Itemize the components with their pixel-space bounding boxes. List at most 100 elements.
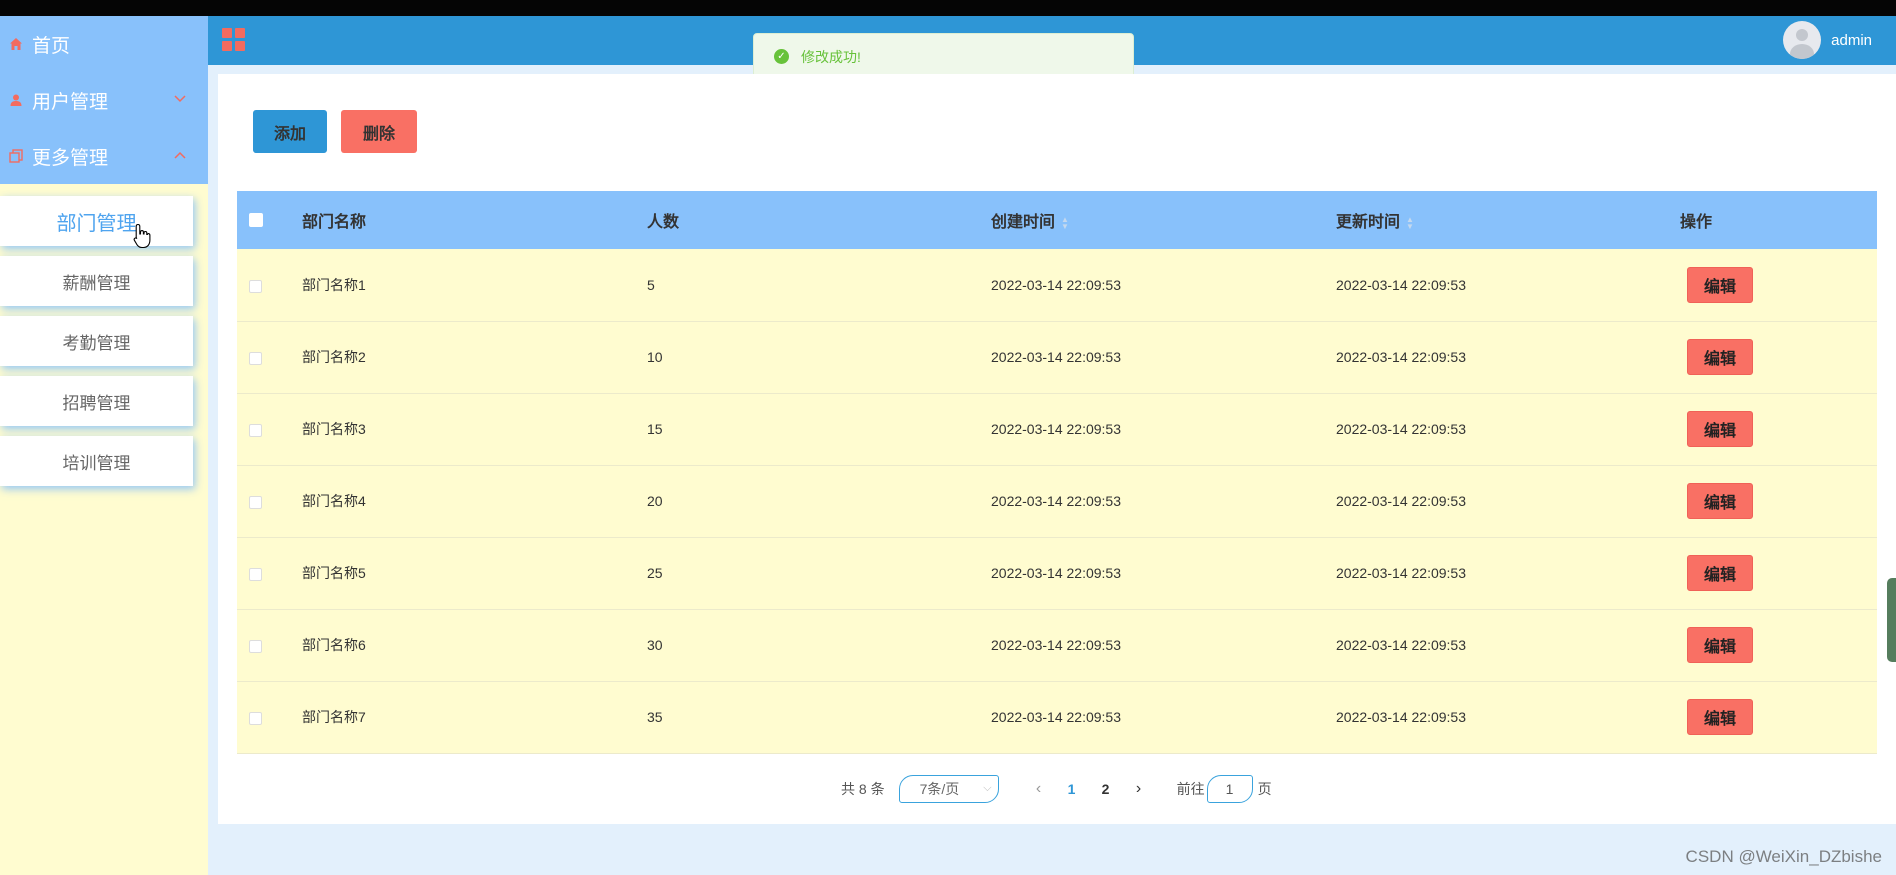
sidebar-item-recruitment[interactable]: 招聘管理 <box>0 376 193 426</box>
sidebar: 首页 用户管理 更多管理 部门管理 薪酬管理 考勤管理 招聘管理 培训管理 <box>0 16 208 875</box>
sidebar-item-label: 更多管理 <box>32 147 109 169</box>
edit-button[interactable]: 编辑 <box>1687 411 1753 447</box>
cell-actions: 编辑 <box>1680 537 1877 610</box>
sidebar-item-department[interactable]: 部门管理 <box>0 196 193 246</box>
table-row: 部门名称2 10 2022-03-14 22:09:53 2022-03-14 22:… <box>237 321 1877 394</box>
cell-actions: 编辑 <box>1680 465 1877 538</box>
cell-created: 2022-03-14 22:09:53 <box>991 609 1336 682</box>
sort-icon[interactable]: ▲ ▼ <box>1061 215 1069 230</box>
table-row: 部门名称4 20 2022-03-14 22:09:53 2022-03-14 22:… <box>237 465 1877 538</box>
row-select-cell <box>237 537 302 610</box>
cell-name: 部门名称7 <box>302 681 647 754</box>
row-checkbox[interactable] <box>249 639 262 653</box>
select-all-checkbox[interactable] <box>249 212 263 227</box>
table-row: 部门名称1 5 2022-03-14 22:09:53 2022-03-14 22:0… <box>237 249 1877 322</box>
cell-count: 20 <box>647 465 991 538</box>
main-panel: 添加 删除 部门名称 人数 创建时间 ▲ ▼ 更新时间 ▲ ▼ 操作 部门名称1 5 202… <box>218 74 1896 824</box>
chevron-up-icon <box>174 148 186 162</box>
page-size-value: 7条/页 <box>919 781 960 797</box>
cell-actions: 编辑 <box>1680 681 1877 754</box>
sidebar-item-salary[interactable]: 薪酬管理 <box>0 256 193 306</box>
row-checkbox[interactable] <box>249 495 262 509</box>
next-page-button[interactable]: › <box>1123 780 1155 798</box>
edit-button[interactable]: 编辑 <box>1687 339 1753 375</box>
sidebar-item-more-management[interactable]: 更多管理 <box>0 128 208 184</box>
row-select-cell <box>237 321 302 394</box>
chevron-down-icon: ⌵ <box>983 782 992 794</box>
cell-name: 部门名称1 <box>302 249 647 322</box>
column-header-actions: 操作 <box>1680 191 1877 249</box>
cell-updated: 2022-03-14 22:09:53 <box>1336 321 1680 394</box>
edit-button[interactable]: 编辑 <box>1687 627 1753 663</box>
column-header-updated[interactable]: 更新时间 ▲ ▼ <box>1336 191 1680 249</box>
goto-label: 前往 <box>1176 781 1205 797</box>
delete-button[interactable]: 删除 <box>341 110 417 153</box>
window-top-bar <box>0 0 1896 16</box>
page-size-select[interactable]: 7条/页 ⌵ <box>898 775 999 803</box>
page-1-button[interactable]: 1 <box>1055 781 1089 797</box>
avatar[interactable] <box>1783 21 1822 59</box>
table-row: 部门名称6 30 2022-03-14 22:09:53 2022-03-14 22:… <box>237 609 1877 682</box>
row-checkbox[interactable] <box>249 711 262 725</box>
total-count: 共 8 条 <box>841 781 885 797</box>
cell-created: 2022-03-14 22:09:53 <box>991 249 1336 322</box>
cell-created: 2022-03-14 22:09:53 <box>991 465 1336 538</box>
goto-page-input[interactable] <box>1206 775 1253 803</box>
row-checkbox[interactable] <box>249 351 262 365</box>
sidebar-item-user-management[interactable]: 用户管理 <box>0 72 208 128</box>
cell-actions: 编辑 <box>1680 321 1877 394</box>
chevron-down-icon <box>174 92 186 106</box>
cell-updated: 2022-03-14 22:09:53 <box>1336 537 1680 610</box>
department-table: 部门名称 人数 创建时间 ▲ ▼ 更新时间 ▲ ▼ 操作 部门名称1 5 2022-03-1… <box>237 191 1877 754</box>
row-checkbox[interactable] <box>249 279 262 293</box>
row-checkbox[interactable] <box>249 567 262 581</box>
cell-count: 10 <box>647 321 991 394</box>
cell-name: 部门名称2 <box>302 321 647 394</box>
sidebar-item-home[interactable]: 首页 <box>0 16 208 72</box>
cell-actions: 编辑 <box>1680 393 1877 466</box>
cell-actions: 编辑 <box>1680 609 1877 682</box>
cell-count: 35 <box>647 681 991 754</box>
table-row: 部门名称3 15 2022-03-14 22:09:53 2022-03-14 22:… <box>237 393 1877 466</box>
grid-menu-icon[interactable] <box>222 28 245 51</box>
edit-button[interactable]: 编辑 <box>1687 699 1753 735</box>
edit-button[interactable]: 编辑 <box>1687 483 1753 519</box>
cell-name: 部门名称3 <box>302 393 647 466</box>
cell-created: 2022-03-14 22:09:53 <box>991 681 1336 754</box>
column-header-label: 创建时间 <box>991 214 1056 231</box>
table-header-row: 部门名称 人数 创建时间 ▲ ▼ 更新时间 ▲ ▼ 操作 <box>237 191 1877 249</box>
cell-actions: 编辑 <box>1680 249 1877 322</box>
column-header-label: 更新时间 <box>1336 214 1401 231</box>
row-select-cell <box>237 681 302 754</box>
page-2-button[interactable]: 2 <box>1089 781 1123 797</box>
user-icon <box>8 92 24 108</box>
sidebar-item-training[interactable]: 培训管理 <box>0 436 193 486</box>
edit-button[interactable]: 编辑 <box>1687 555 1753 591</box>
cell-created: 2022-03-14 22:09:53 <box>991 321 1336 394</box>
user-menu[interactable]: admin <box>1783 20 1872 60</box>
watermark: CSDN @WeiXin_DZbishe <box>1685 847 1882 866</box>
row-checkbox[interactable] <box>249 423 262 437</box>
add-button[interactable]: 添加 <box>253 110 327 153</box>
success-check-icon: ✓ <box>774 49 789 64</box>
select-all-cell <box>237 191 302 249</box>
copy-icon <box>8 148 24 164</box>
cell-count: 30 <box>647 609 991 682</box>
cell-name: 部门名称4 <box>302 465 647 538</box>
scrollbar-thumb[interactable] <box>1887 578 1896 662</box>
edit-button[interactable]: 编辑 <box>1687 266 1753 303</box>
username: admin <box>1831 31 1872 49</box>
column-header-created[interactable]: 创建时间 ▲ ▼ <box>991 191 1336 249</box>
home-icon <box>8 36 24 52</box>
prev-page-button[interactable]: ‹ <box>1023 780 1055 798</box>
cell-updated: 2022-03-14 22:09:53 <box>1336 465 1680 538</box>
submenu: 部门管理 薪酬管理 考勤管理 招聘管理 培训管理 <box>0 184 208 486</box>
sort-icon[interactable]: ▲ ▼ <box>1406 215 1414 230</box>
cell-updated: 2022-03-14 22:09:53 <box>1336 681 1680 754</box>
cell-count: 25 <box>647 537 991 610</box>
page-suffix: 页 <box>1257 781 1272 797</box>
sidebar-item-attendance[interactable]: 考勤管理 <box>0 316 193 366</box>
cell-count: 15 <box>647 393 991 466</box>
row-select-cell <box>237 393 302 466</box>
table-row: 部门名称5 25 2022-03-14 22:09:53 2022-03-14 22:… <box>237 537 1877 610</box>
